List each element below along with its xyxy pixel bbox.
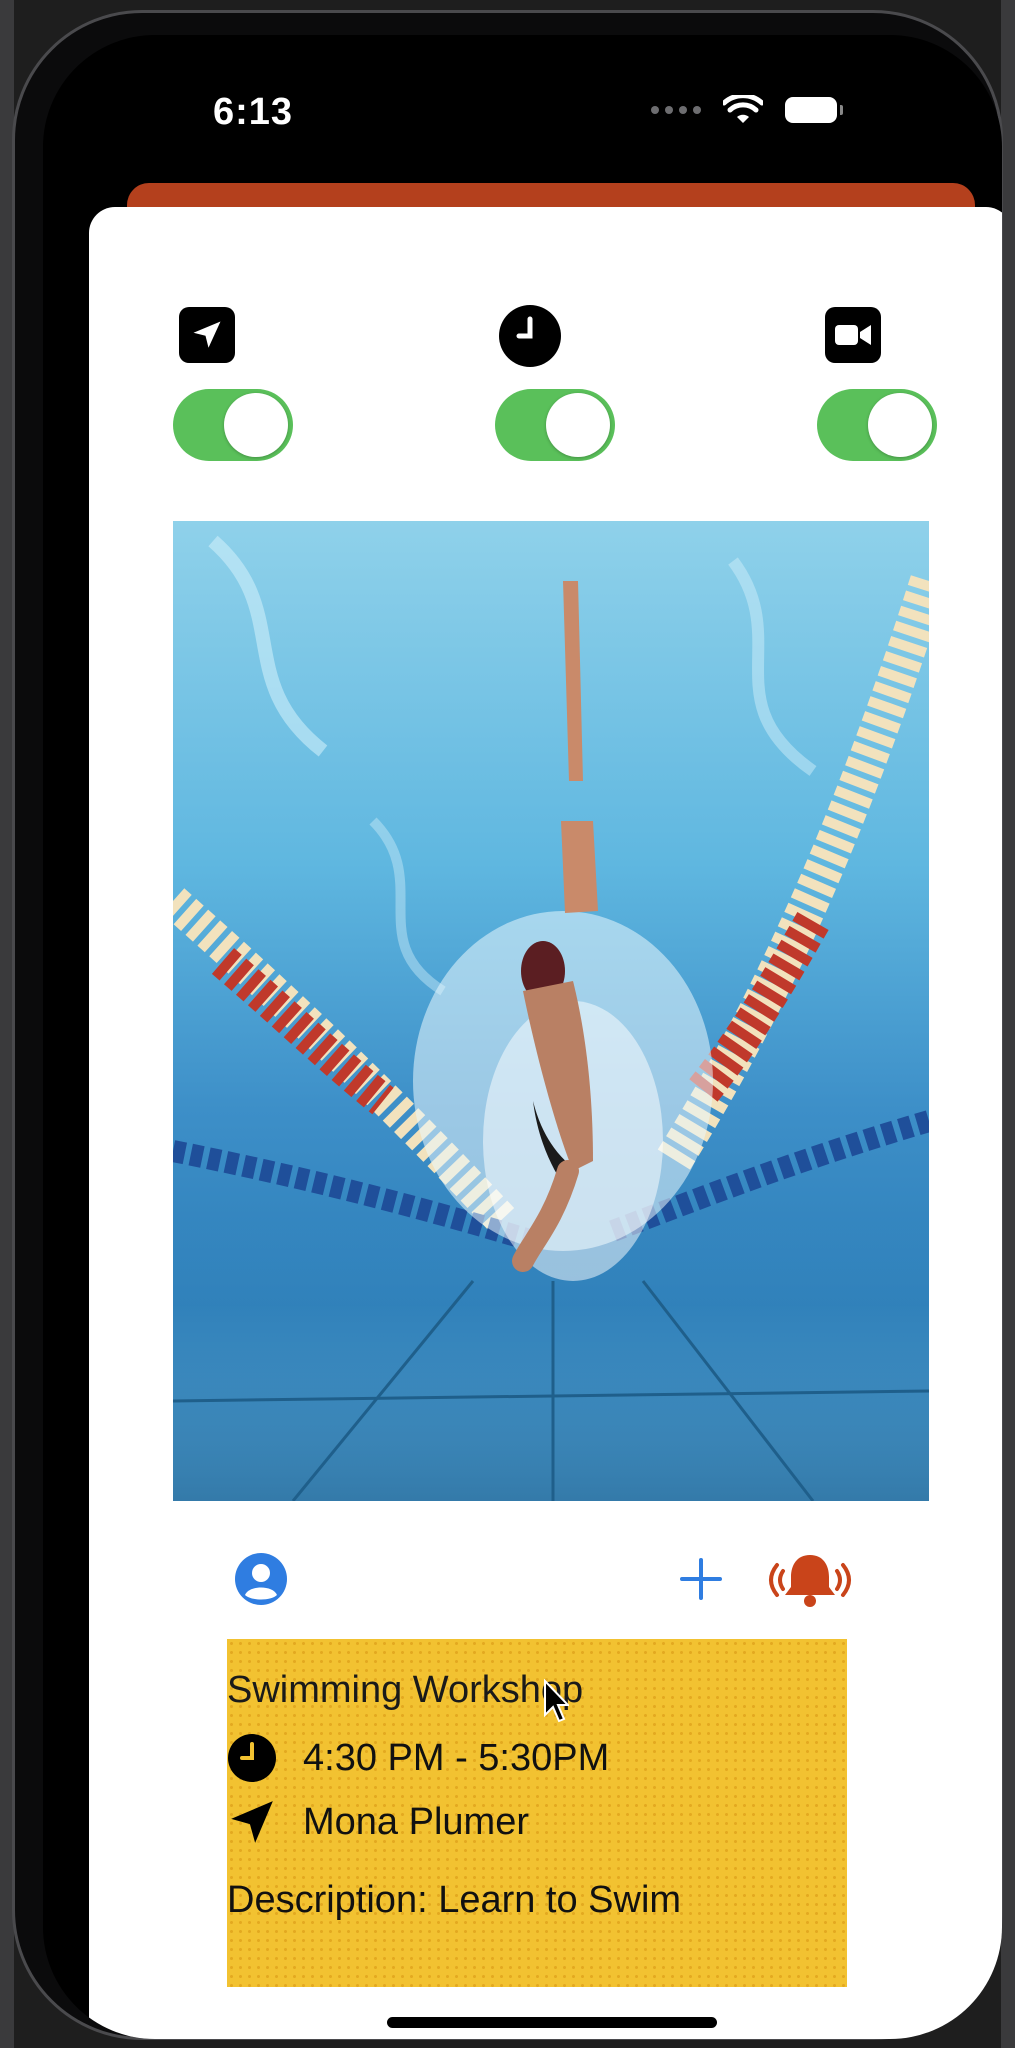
cellular-signal-icon	[651, 106, 701, 114]
time-toggle[interactable]	[495, 389, 615, 461]
status-icons	[651, 95, 843, 125]
status-time: 6:13	[213, 91, 294, 133]
video-toggle[interactable]	[817, 389, 937, 461]
event-time: 4:30 PM - 5:30PM	[303, 1736, 610, 1779]
event-photo	[173, 521, 929, 1501]
clock-icon	[228, 1734, 276, 1782]
toggle-knob	[868, 393, 932, 457]
location-arrow-icon	[179, 307, 235, 363]
mouse-pointer-icon	[544, 1679, 569, 1723]
swimmer-illustration	[173, 535, 929, 1501]
location-toggle[interactable]	[173, 389, 293, 461]
clock-icon	[499, 305, 561, 367]
plus-icon[interactable]	[679, 1557, 723, 1601]
toggle-knob	[546, 393, 610, 457]
event-location-row: Mona Plumer	[227, 1797, 529, 1847]
event-info-box: Swimming Workshop 4:30 PM - 5:30PM Mona …	[227, 1639, 847, 1987]
toggle-knob	[224, 393, 288, 457]
phone-screen: 6:13 Swimming Workshop 4:30 PM - 5:30PM …	[43, 35, 1002, 2039]
video-camera-icon	[825, 307, 881, 363]
person-circle-icon[interactable]	[235, 1553, 287, 1605]
bell-ringing-icon[interactable]	[763, 1551, 857, 1607]
wifi-icon	[723, 95, 763, 123]
event-location: Mona Plumer	[303, 1800, 529, 1843]
event-time-row: 4:30 PM - 5:30PM	[227, 1733, 609, 1783]
battery-icon	[785, 97, 843, 123]
event-description: Description: Learn to Swim	[227, 1879, 682, 1921]
phone-frame: 6:13 Swimming Workshop 4:30 PM - 5:30PM …	[12, 10, 1003, 2040]
home-indicator[interactable]	[387, 2017, 717, 2028]
location-arrow-icon	[231, 1801, 273, 1843]
event-title: Swimming Workshop	[227, 1669, 584, 1711]
background-right-edge	[1001, 0, 1015, 2048]
